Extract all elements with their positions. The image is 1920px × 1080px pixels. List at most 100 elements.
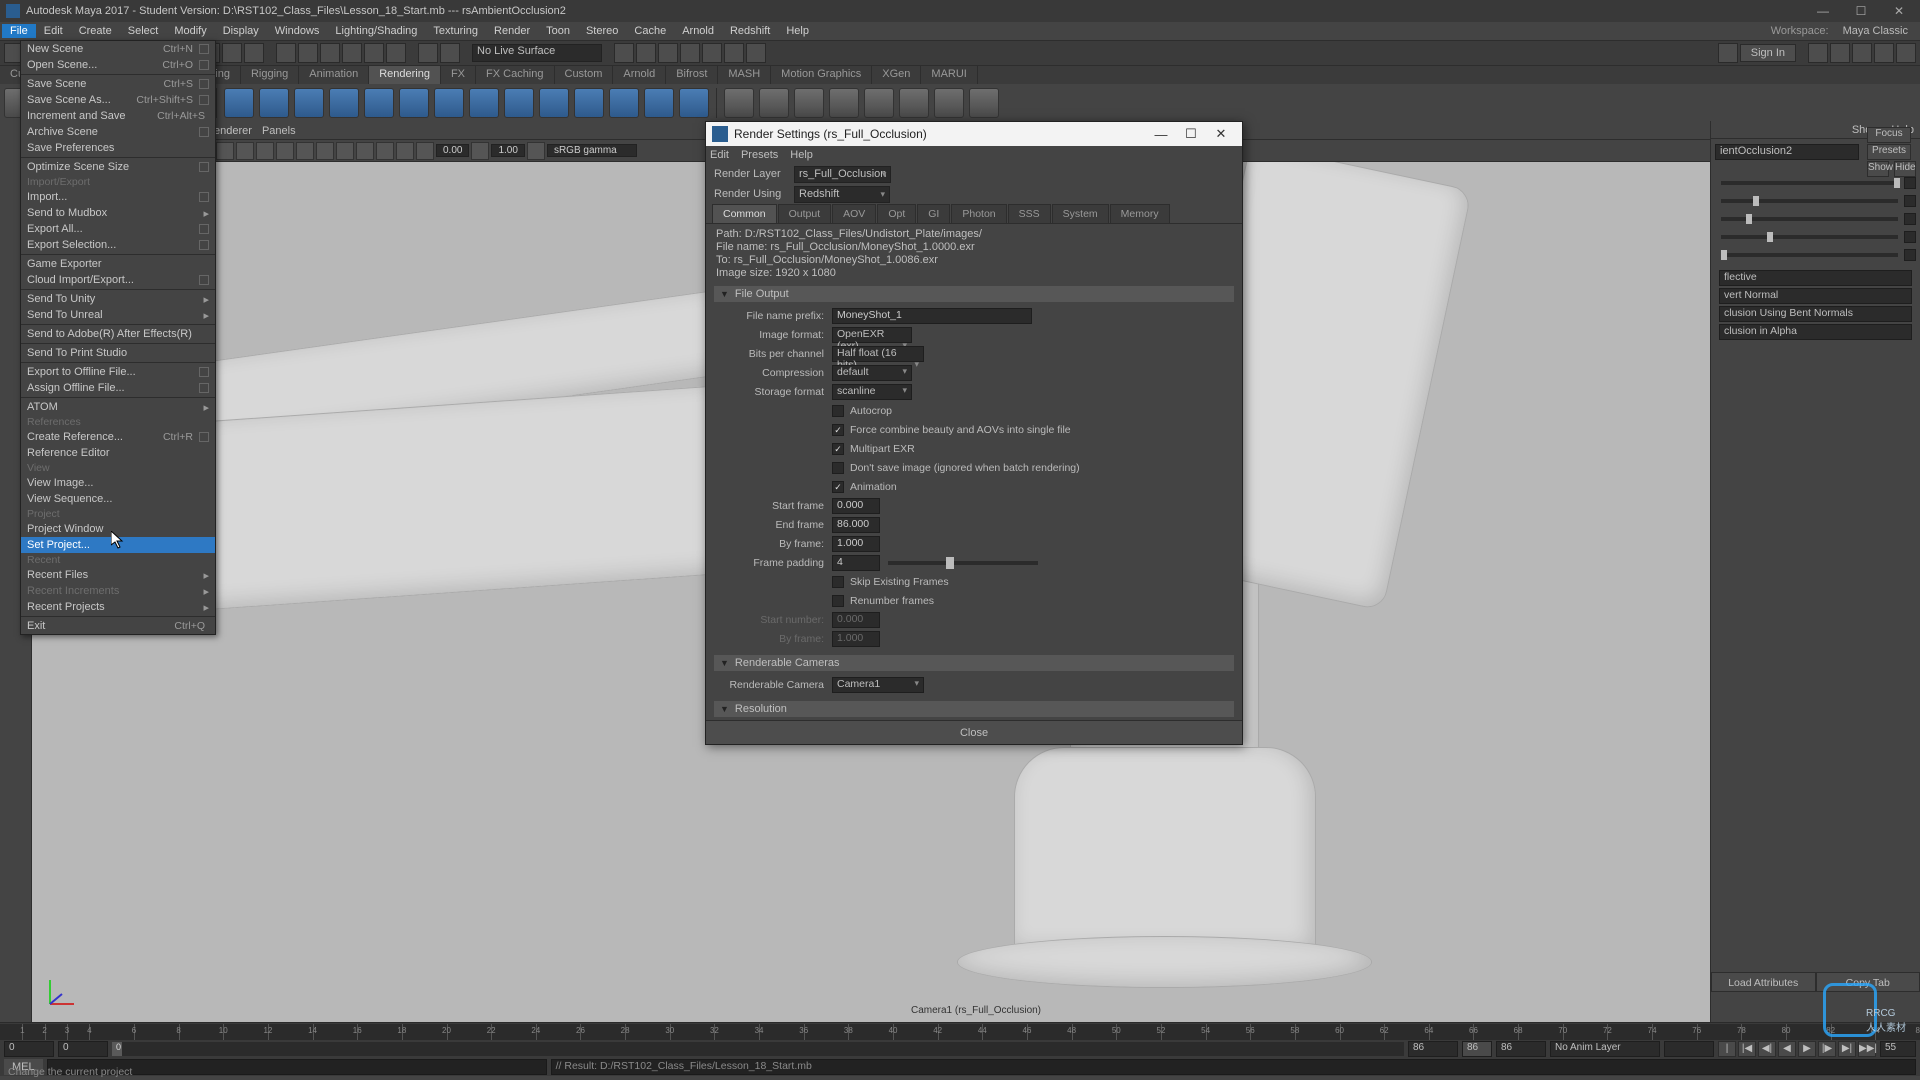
menu-render[interactable]: Render <box>486 24 538 38</box>
attr-swatch[interactable] <box>1904 177 1916 189</box>
vp-icon[interactable] <box>336 142 354 160</box>
menu-item[interactable]: View Image... <box>21 475 215 491</box>
shelf-prim-icon[interactable] <box>364 88 394 118</box>
vp-icon[interactable] <box>376 142 394 160</box>
start-frame-input[interactable]: 0.000 <box>832 498 880 514</box>
attr-swatch[interactable] <box>1904 231 1916 243</box>
attr-slider[interactable] <box>1721 235 1898 239</box>
range-slider[interactable]: 0 <box>112 1042 1404 1056</box>
shelf-tab[interactable]: XGen <box>872 66 921 84</box>
option-box[interactable] <box>199 162 209 172</box>
snap-icon[interactable] <box>276 43 296 63</box>
go-end-button[interactable]: ▶▶| <box>1858 1041 1876 1057</box>
option-box[interactable] <box>199 192 209 202</box>
vp-icon[interactable] <box>396 142 414 160</box>
menu-item[interactable]: Send To Unity▸ <box>21 291 215 307</box>
menu-item[interactable]: ATOM▸ <box>21 399 215 415</box>
status-icon[interactable] <box>680 43 700 63</box>
file-name-prefix-input[interactable]: MoneyShot_1 <box>832 308 1032 324</box>
focus-button[interactable]: Focus <box>1867 127 1911 143</box>
attr-slider[interactable] <box>1721 217 1898 221</box>
presets-button[interactable]: Presets <box>1867 144 1911 160</box>
menu-item[interactable]: Send To Print Studio <box>21 345 215 361</box>
storage-dropdown[interactable]: scanline <box>832 384 912 400</box>
menu-texturing[interactable]: Texturing <box>425 24 486 38</box>
menu-item[interactable]: Assign Offline File... <box>21 380 215 396</box>
force-combine-checkbox[interactable]: ✓ <box>832 424 844 436</box>
menu-item[interactable]: Import... <box>21 189 215 205</box>
shelf-prim-icon[interactable] <box>469 88 499 118</box>
status-icon[interactable] <box>658 43 678 63</box>
menu-item[interactable]: Set Project... <box>21 537 215 553</box>
menu-item[interactable]: Save Scene As...Ctrl+Shift+S <box>21 92 215 108</box>
menu-item[interactable]: Export All... <box>21 221 215 237</box>
status-icon[interactable] <box>418 43 438 63</box>
menu-item[interactable]: Export Selection... <box>21 237 215 253</box>
section-header-cameras[interactable]: ▼Renderable Cameras <box>714 655 1234 671</box>
menu-cache[interactable]: Cache <box>626 24 674 38</box>
attr-swatch[interactable] <box>1904 213 1916 225</box>
menu-item[interactable]: Save SceneCtrl+S <box>21 76 215 92</box>
shelf-tab[interactable]: MASH <box>718 66 771 84</box>
option-box[interactable] <box>199 383 209 393</box>
vp-icon[interactable] <box>471 142 489 160</box>
attr-slider[interactable] <box>1721 181 1898 185</box>
vp-icon[interactable] <box>256 142 274 160</box>
shelf-tab[interactable]: Animation <box>299 66 369 84</box>
shelf-tool-icon[interactable] <box>969 88 999 118</box>
shelf-tool-icon[interactable] <box>759 88 789 118</box>
vp-icon[interactable] <box>356 142 374 160</box>
menu-item[interactable]: Save Preferences <box>21 140 215 156</box>
compression-dropdown[interactable]: default <box>832 365 912 381</box>
attr-slider[interactable] <box>1721 253 1898 257</box>
status-icon[interactable] <box>724 43 744 63</box>
menu-item[interactable]: Open Scene...Ctrl+O <box>21 57 215 73</box>
option-box[interactable] <box>199 367 209 377</box>
menu-item[interactable]: Recent Projects▸ <box>21 599 215 615</box>
rs-menu-item[interactable]: Help <box>790 149 813 161</box>
menu-item[interactable]: Create Reference...Ctrl+R <box>21 429 215 445</box>
rs-tab[interactable]: AOV <box>832 204 876 223</box>
shelf-sphere-icon[interactable] <box>224 88 254 118</box>
rs-tab[interactable]: GI <box>917 204 950 223</box>
rs-tab[interactable]: Opt <box>877 204 916 223</box>
status-icon[interactable] <box>1808 43 1828 63</box>
status-icon[interactable] <box>1896 43 1916 63</box>
status-icon[interactable] <box>1874 43 1894 63</box>
section-header-resolution[interactable]: ▼Resolution <box>714 701 1234 717</box>
menu-help[interactable]: Help <box>778 24 817 38</box>
snap-icon[interactable] <box>298 43 318 63</box>
shelf-prim-icon[interactable] <box>609 88 639 118</box>
bits-dropdown[interactable]: Half float (16 bits) <box>832 346 924 362</box>
shelf-tab[interactable]: Arnold <box>613 66 666 84</box>
option-box[interactable] <box>199 95 209 105</box>
rs-tab[interactable]: Photon <box>951 204 1006 223</box>
character-field[interactable] <box>1664 1041 1714 1057</box>
autocrop-checkbox[interactable] <box>832 405 844 417</box>
vp-icon[interactable] <box>216 142 234 160</box>
shelf-tab[interactable]: Bifrost <box>666 66 718 84</box>
attr-slider[interactable] <box>1721 199 1898 203</box>
option-box[interactable] <box>199 224 209 234</box>
animation-checkbox[interactable]: ✓ <box>832 481 844 493</box>
step-back-key-button[interactable]: |◀ <box>1738 1041 1756 1057</box>
shelf-tab[interactable]: Custom <box>555 66 614 84</box>
menu-item[interactable]: New SceneCtrl+N <box>21 41 215 57</box>
shelf-tab[interactable]: FX Caching <box>476 66 554 84</box>
frame-padding-slider[interactable] <box>888 561 1038 565</box>
snap-icon[interactable] <box>342 43 362 63</box>
vp-icon[interactable] <box>296 142 314 160</box>
render-settings-close-button[interactable]: Close <box>706 720 1242 744</box>
show-button[interactable]: Show <box>1867 161 1889 177</box>
status-icon[interactable] <box>222 43 242 63</box>
menu-file[interactable]: File <box>2 24 36 38</box>
shelf-tab[interactable]: FX <box>441 66 476 84</box>
maximize-button[interactable]: ☐ <box>1852 4 1870 18</box>
menu-lightingshading[interactable]: Lighting/Shading <box>327 24 425 38</box>
anim-layer-dropdown[interactable]: No Anim Layer <box>1550 1041 1660 1057</box>
menu-create[interactable]: Create <box>71 24 120 38</box>
option-box[interactable] <box>199 432 209 442</box>
attr-dropdown[interactable]: clusion Using Bent Normals <box>1719 306 1912 322</box>
rs-tab[interactable]: Memory <box>1110 204 1170 223</box>
shelf-tab[interactable]: Motion Graphics <box>771 66 872 84</box>
